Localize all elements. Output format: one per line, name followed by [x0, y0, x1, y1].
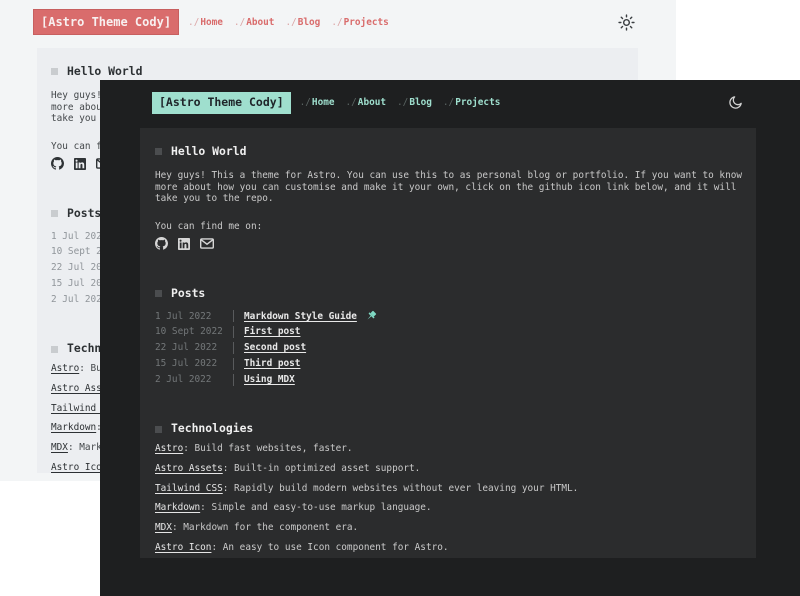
posts-heading: Posts [155, 288, 741, 299]
theme-toggle-button[interactable] [617, 13, 635, 31]
divider [233, 326, 234, 338]
dark-content-panel: Hello World Hey guys! This a theme for A… [140, 128, 756, 558]
dark-theme-page: [Astro Theme Cody] ./Home ./About ./Blog… [100, 80, 800, 596]
nav-home[interactable]: ./Home [188, 17, 223, 28]
nav-blog[interactable]: ./Blog [285, 17, 320, 28]
tech-link[interactable]: Tailwind CSS [155, 483, 223, 494]
tech-row: Astro Assets: Built-in optimized asset s… [155, 459, 741, 479]
post-link[interactable]: Markdown Style Guide [244, 311, 357, 322]
tech-row: Astro Icon: An easy to use Icon componen… [155, 538, 741, 558]
social-links [155, 237, 741, 250]
post-date: 1 Jul 2022 [155, 311, 228, 322]
mail-icon[interactable] [200, 238, 214, 249]
post-row: 15 Jul 2022 Third post [155, 356, 741, 372]
posts-list: 1 Jul 2022 Markdown Style Guide 10 Sept … [155, 308, 741, 387]
tech-link[interactable]: Astro [155, 443, 183, 454]
nav-projects[interactable]: ./Projects [331, 17, 388, 28]
post-date: 22 Jul 2022 [155, 342, 228, 353]
tech-desc: Build fast websites, faster. [195, 443, 353, 454]
post-link[interactable]: First post [244, 326, 300, 337]
post-row: 22 Jul 2022 Second post [155, 340, 741, 356]
pin-icon [365, 310, 377, 322]
post-link[interactable]: Using MDX [244, 374, 295, 385]
post-date: 15 Jul 2022 [155, 358, 228, 369]
github-icon[interactable] [51, 157, 64, 170]
tech-link[interactable]: Astro Icon [155, 542, 211, 553]
linkedin-icon[interactable] [178, 238, 190, 250]
nav-projects[interactable]: ./Projects [443, 97, 500, 108]
technologies-heading: Technologies [155, 423, 741, 434]
find-me-text: You can find me on: [155, 221, 741, 232]
tech-link[interactable]: MDX [155, 522, 172, 533]
square-bullet-icon [51, 210, 58, 217]
tech-link[interactable]: Astro Assets [155, 463, 223, 474]
tech-desc: Markdown for the component era. [183, 522, 358, 533]
post-date: 2 Jul 2022 [155, 374, 228, 385]
tech-desc: Built-in optimized asset support. [234, 463, 420, 474]
tech-row: MDX: Markdown for the component era. [155, 518, 741, 538]
nav-blog[interactable]: ./Blog [397, 97, 432, 108]
technologies-list: Astro: Build fast websites, faster. Astr… [155, 439, 741, 558]
tech-row: Tailwind CSS: Rapidly build modern websi… [155, 478, 741, 498]
github-icon[interactable] [155, 237, 168, 250]
square-bullet-icon [155, 426, 162, 433]
nav-home[interactable]: ./Home [300, 97, 335, 108]
hello-paragraph: Hey guys! This a theme for Astro. You ca… [155, 170, 741, 204]
dark-header: [Astro Theme Cody] ./Home ./About ./Blog… [152, 92, 744, 114]
tech-link[interactable]: MDX [51, 442, 68, 453]
site-logo[interactable]: [Astro Theme Cody] [152, 92, 291, 114]
sun-icon [618, 14, 635, 31]
tech-desc: Rapidly build modern websites without ev… [234, 483, 578, 494]
tech-link[interactable]: Astro [51, 363, 79, 374]
nav-about[interactable]: ./About [346, 97, 387, 108]
hello-heading: Hello World [51, 66, 624, 77]
hello-heading: Hello World [155, 146, 741, 157]
post-link[interactable]: Second post [244, 342, 306, 353]
post-row: 2 Jul 2022 Using MDX [155, 372, 741, 388]
tech-row: Astro: Build fast websites, faster. [155, 439, 741, 459]
tech-link[interactable]: Markdown [155, 502, 200, 513]
post-row: 1 Jul 2022 Markdown Style Guide [155, 308, 741, 324]
linkedin-icon[interactable] [74, 158, 86, 170]
divider [233, 358, 234, 370]
square-bullet-icon [155, 290, 162, 297]
nav-about[interactable]: ./About [234, 17, 275, 28]
divider [233, 310, 234, 322]
post-date: 10 Sept 2022 [155, 326, 228, 337]
tech-desc: An easy to use Icon component for Astro. [223, 542, 449, 553]
divider [233, 374, 234, 386]
main-nav: ./Home ./About ./Blog ./Projects [300, 97, 501, 108]
main-nav: ./Home ./About ./Blog ./Projects [188, 17, 389, 28]
square-bullet-icon [51, 68, 58, 75]
light-header: [Astro Theme Cody] ./Home ./About ./Blog… [33, 9, 635, 35]
tech-link[interactable]: Astro Icon [51, 462, 107, 473]
moon-icon [727, 94, 744, 111]
theme-toggle-button[interactable] [726, 94, 744, 112]
tech-row: Markdown: Simple and easy-to-use markup … [155, 498, 741, 518]
post-link[interactable]: Third post [244, 358, 300, 369]
square-bullet-icon [155, 148, 162, 155]
tech-link[interactable]: Markdown [51, 422, 96, 433]
post-row: 10 Sept 2022 First post [155, 324, 741, 340]
tech-desc: Simple and easy-to-use markup language. [211, 502, 431, 513]
site-logo[interactable]: [Astro Theme Cody] [33, 9, 179, 35]
square-bullet-icon [51, 346, 58, 353]
divider [233, 342, 234, 354]
